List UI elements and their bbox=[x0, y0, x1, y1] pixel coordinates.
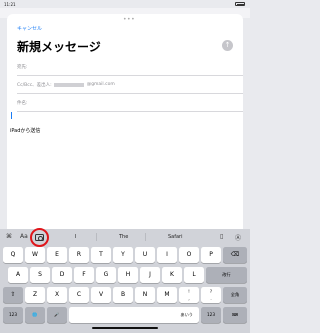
key-q[interactable]: Q bbox=[3, 247, 23, 263]
key-y[interactable]: Y bbox=[113, 247, 133, 263]
arrow-up-icon: ↑ bbox=[224, 41, 231, 49]
key-n[interactable]: N bbox=[135, 287, 155, 303]
key-u[interactable]: U bbox=[135, 247, 155, 263]
delete-key[interactable]: ⌫ bbox=[223, 247, 247, 263]
microphone-icon[interactable]: 🎤 bbox=[47, 307, 67, 323]
document-icon[interactable]: ▯ bbox=[220, 233, 223, 240]
lang-switch-key[interactable]: 全角 bbox=[223, 287, 247, 303]
key-a[interactable]: A bbox=[8, 267, 28, 283]
key-f[interactable]: F bbox=[74, 267, 94, 283]
key-x[interactable]: X bbox=[47, 287, 67, 303]
numbers-key-right[interactable]: 123 bbox=[201, 307, 221, 323]
key-w[interactable]: W bbox=[25, 247, 45, 263]
cancel-button[interactable]: キャンセル bbox=[17, 25, 42, 32]
cc-from-field[interactable]: Cc/Bcc、差出人: @gmail.com bbox=[17, 76, 243, 94]
key-period[interactable]: ? . bbox=[201, 287, 221, 303]
send-button[interactable]: ↑ bbox=[222, 40, 233, 51]
format-icon[interactable]: ⌘ bbox=[6, 233, 12, 240]
to-label: 宛先: bbox=[17, 64, 28, 70]
keyboard: ⌘ Aa I The Safari ▯ Ⓐ Q W E R T Y U I O … bbox=[0, 228, 250, 333]
key-v[interactable]: V bbox=[91, 287, 111, 303]
status-time: 11:21 bbox=[4, 2, 16, 7]
to-field[interactable]: 宛先: bbox=[17, 58, 243, 76]
numbers-key[interactable]: 123 bbox=[3, 307, 23, 323]
sheet-grabber-icon[interactable]: ••• bbox=[123, 16, 135, 23]
key-i[interactable]: I bbox=[157, 247, 177, 263]
key-r[interactable]: R bbox=[69, 247, 89, 263]
text-cursor bbox=[11, 112, 12, 119]
key-k[interactable]: K bbox=[162, 267, 182, 283]
key-h[interactable]: H bbox=[118, 267, 138, 283]
divider bbox=[96, 233, 97, 241]
key-g[interactable]: G bbox=[96, 267, 116, 283]
subject-label: 件名: bbox=[17, 100, 28, 106]
body-signature[interactable]: iPadから送信 bbox=[10, 127, 40, 134]
key-e[interactable]: E bbox=[47, 247, 67, 263]
hide-keyboard-icon[interactable]: ⌨ bbox=[223, 307, 247, 323]
battery-icon bbox=[235, 2, 245, 6]
key-t[interactable]: T bbox=[91, 247, 111, 263]
key-m[interactable]: M bbox=[157, 287, 177, 303]
shift-key[interactable]: ⇧ bbox=[3, 287, 23, 303]
suggestion-3[interactable]: Safari bbox=[168, 234, 183, 240]
key-j[interactable]: J bbox=[140, 267, 160, 283]
key-l[interactable]: L bbox=[184, 267, 204, 283]
home-indicator bbox=[92, 327, 158, 329]
text-style-button[interactable]: Aa bbox=[20, 233, 28, 240]
key-b[interactable]: B bbox=[113, 287, 133, 303]
compose-icon[interactable]: Ⓐ bbox=[235, 233, 241, 242]
key-o[interactable]: O bbox=[179, 247, 199, 263]
divider bbox=[145, 233, 146, 241]
key-p[interactable]: P bbox=[201, 247, 221, 263]
cc-value: @gmail.com bbox=[86, 82, 115, 87]
suggestion-1[interactable]: I bbox=[75, 234, 76, 240]
return-key[interactable]: 改行 bbox=[206, 267, 247, 283]
key-c[interactable]: C bbox=[69, 287, 89, 303]
key-d[interactable]: D bbox=[52, 267, 72, 283]
key-s[interactable]: S bbox=[30, 267, 50, 283]
suggestion-bar: ⌘ Aa I The Safari ▯ Ⓐ bbox=[0, 228, 250, 247]
page-title: 新規メッセージ bbox=[17, 40, 101, 54]
redacted-address bbox=[53, 82, 84, 87]
highlight-circle bbox=[30, 228, 49, 247]
subject-field[interactable]: 件名: bbox=[17, 94, 243, 112]
suggestion-2[interactable]: The bbox=[119, 234, 128, 240]
key-z[interactable]: Z bbox=[25, 287, 45, 303]
globe-icon[interactable]: 🌐 bbox=[25, 307, 45, 323]
key-comma[interactable]: ! , bbox=[179, 287, 199, 303]
cc-label: Cc/Bcc、差出人: bbox=[17, 82, 52, 88]
space-key[interactable]: あいう bbox=[69, 307, 199, 323]
compose-sheet: ••• キャンセル ↑ 新規メッセージ 宛先: Cc/Bcc、差出人: @gma… bbox=[7, 14, 243, 229]
